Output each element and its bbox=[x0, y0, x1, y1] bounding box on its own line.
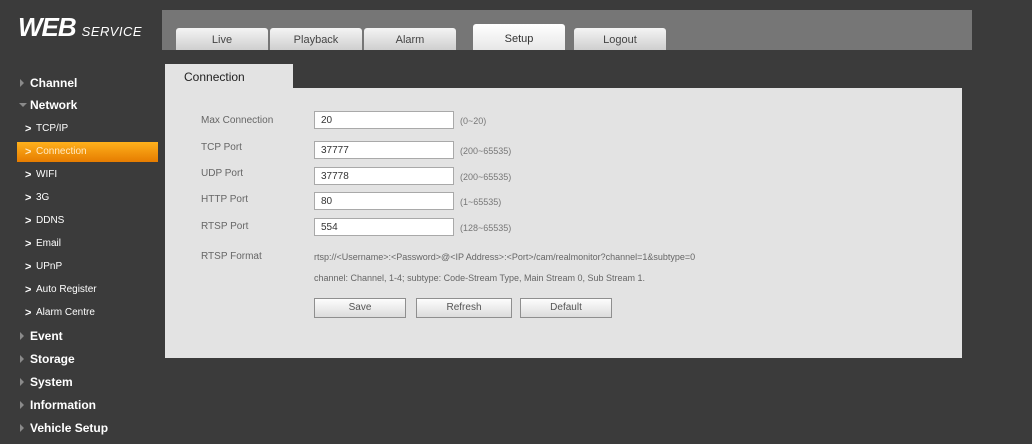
sidebar-subitem-email[interactable]: > Email bbox=[17, 234, 158, 254]
chevron-right-icon: > bbox=[25, 215, 32, 227]
sidebar-subitem-label: Connection bbox=[36, 146, 87, 157]
tab-playback[interactable]: Playback bbox=[270, 28, 362, 50]
tcp-port-label: TCP Port bbox=[201, 142, 242, 153]
sidebar-subitem-label: Auto Register bbox=[36, 284, 97, 295]
max-connection-input[interactable] bbox=[314, 111, 454, 129]
tab-setup[interactable]: Setup bbox=[473, 24, 565, 50]
sidebar-subitem-label: 3G bbox=[36, 192, 50, 203]
sidebar-item-label: Vehicle Setup bbox=[30, 421, 109, 435]
logo-sub: SERVICE bbox=[81, 24, 143, 39]
sidebar-subitem-auto-register[interactable]: > Auto Register bbox=[17, 280, 158, 300]
sidebar-item-information[interactable]: Information bbox=[0, 394, 160, 416]
logo: WEB SERVICE bbox=[18, 12, 142, 43]
sidebar-item-label: Channel bbox=[30, 76, 78, 90]
sidebar-subitem-alarm-centre[interactable]: > Alarm Centre bbox=[17, 303, 158, 323]
sidebar-item-storage[interactable]: Storage bbox=[0, 348, 160, 370]
tab-connection[interactable]: Connection bbox=[165, 64, 293, 90]
main-tab-bar: Live Playback Alarm Setup Logout bbox=[162, 10, 972, 50]
sidebar-item-label: System bbox=[30, 375, 73, 389]
tcp-port-range: (200~65535) bbox=[460, 146, 512, 156]
sidebar-subitem-label: Email bbox=[36, 238, 62, 249]
sidebar-subitem-tcpip[interactable]: > TCP/IP bbox=[17, 119, 158, 139]
sidebar-subitem-upnp[interactable]: > UPnP bbox=[17, 257, 158, 277]
chevron-right-icon: > bbox=[25, 123, 32, 135]
sidebar-subitem-connection[interactable]: > Connection bbox=[17, 142, 158, 162]
sidebar-item-event[interactable]: Event bbox=[0, 325, 160, 347]
chevron-right-icon: > bbox=[25, 238, 32, 250]
chevron-right-icon: > bbox=[25, 169, 32, 181]
udp-port-label: UDP Port bbox=[201, 168, 244, 179]
udp-port-range: (200~65535) bbox=[460, 172, 512, 182]
http-port-input[interactable] bbox=[314, 192, 454, 210]
sidebar-subitem-label: WIFI bbox=[36, 169, 58, 180]
rtsp-port-label: RTSP Port bbox=[201, 221, 249, 232]
chevron-right-icon: > bbox=[25, 146, 32, 158]
max-connection-range: (0~20) bbox=[460, 116, 487, 126]
tcp-port-input[interactable] bbox=[314, 141, 454, 159]
rtsp-port-input[interactable] bbox=[314, 218, 454, 236]
chevron-right-icon: > bbox=[25, 307, 32, 319]
sidebar-subitem-ddns[interactable]: > DDNS bbox=[17, 211, 158, 231]
collapsed-arrow-icon bbox=[20, 424, 24, 432]
sidebar-item-system[interactable]: System bbox=[0, 371, 160, 393]
default-button[interactable]: Default bbox=[520, 298, 612, 318]
refresh-button[interactable]: Refresh bbox=[416, 298, 512, 318]
max-connection-label: Max Connection bbox=[201, 115, 274, 126]
chevron-right-icon: > bbox=[25, 192, 32, 204]
sidebar-item-label: Event bbox=[30, 329, 63, 343]
sidebar-item-label: Storage bbox=[30, 352, 75, 366]
tab-live[interactable]: Live bbox=[176, 28, 268, 50]
rtsp-format-value: rtsp://<Username>:<Password>@<IP Address… bbox=[314, 252, 696, 262]
tab-alarm[interactable]: Alarm bbox=[364, 28, 456, 50]
sidebar-subitem-label: TCP/IP bbox=[36, 123, 69, 134]
sidebar-item-vehicle-setup[interactable]: Vehicle Setup bbox=[0, 417, 160, 439]
sidebar-subitem-label: UPnP bbox=[36, 261, 63, 272]
sidebar-item-network[interactable]: Network bbox=[0, 94, 160, 116]
sidebar-item-label: Information bbox=[30, 398, 96, 412]
collapsed-arrow-icon bbox=[20, 401, 24, 409]
collapsed-arrow-icon bbox=[20, 378, 24, 386]
sidebar-subitem-label: DDNS bbox=[36, 215, 65, 226]
sidebar-item-label: Network bbox=[30, 98, 78, 112]
header: WEB SERVICE Live Playback Alarm Setup Log… bbox=[0, 0, 1032, 56]
collapsed-arrow-icon bbox=[20, 355, 24, 363]
chevron-right-icon: > bbox=[25, 284, 32, 296]
collapsed-arrow-icon bbox=[20, 332, 24, 340]
udp-port-input[interactable] bbox=[314, 167, 454, 185]
logo-main: WEB bbox=[18, 12, 77, 42]
rtsp-port-range: (128~65535) bbox=[460, 223, 512, 233]
tab-logout[interactable]: Logout bbox=[574, 28, 666, 50]
sidebar-subitem-wifi[interactable]: > WIFI bbox=[17, 165, 158, 185]
http-port-range: (1~65535) bbox=[460, 197, 502, 207]
collapsed-arrow-icon bbox=[20, 79, 24, 87]
rtsp-format-label: RTSP Format bbox=[201, 251, 262, 262]
save-button[interactable]: Save bbox=[314, 298, 406, 318]
sidebar-item-channel[interactable]: Channel bbox=[0, 72, 160, 94]
expanded-arrow-icon bbox=[19, 103, 27, 107]
rtsp-format-note: channel: Channel, 1-4; subtype: Code-Str… bbox=[314, 273, 646, 283]
chevron-right-icon: > bbox=[25, 261, 32, 273]
http-port-label: HTTP Port bbox=[201, 194, 249, 205]
sidebar-subitem-label: Alarm Centre bbox=[36, 307, 95, 318]
sidebar-subitem-3g[interactable]: > 3G bbox=[17, 188, 158, 208]
